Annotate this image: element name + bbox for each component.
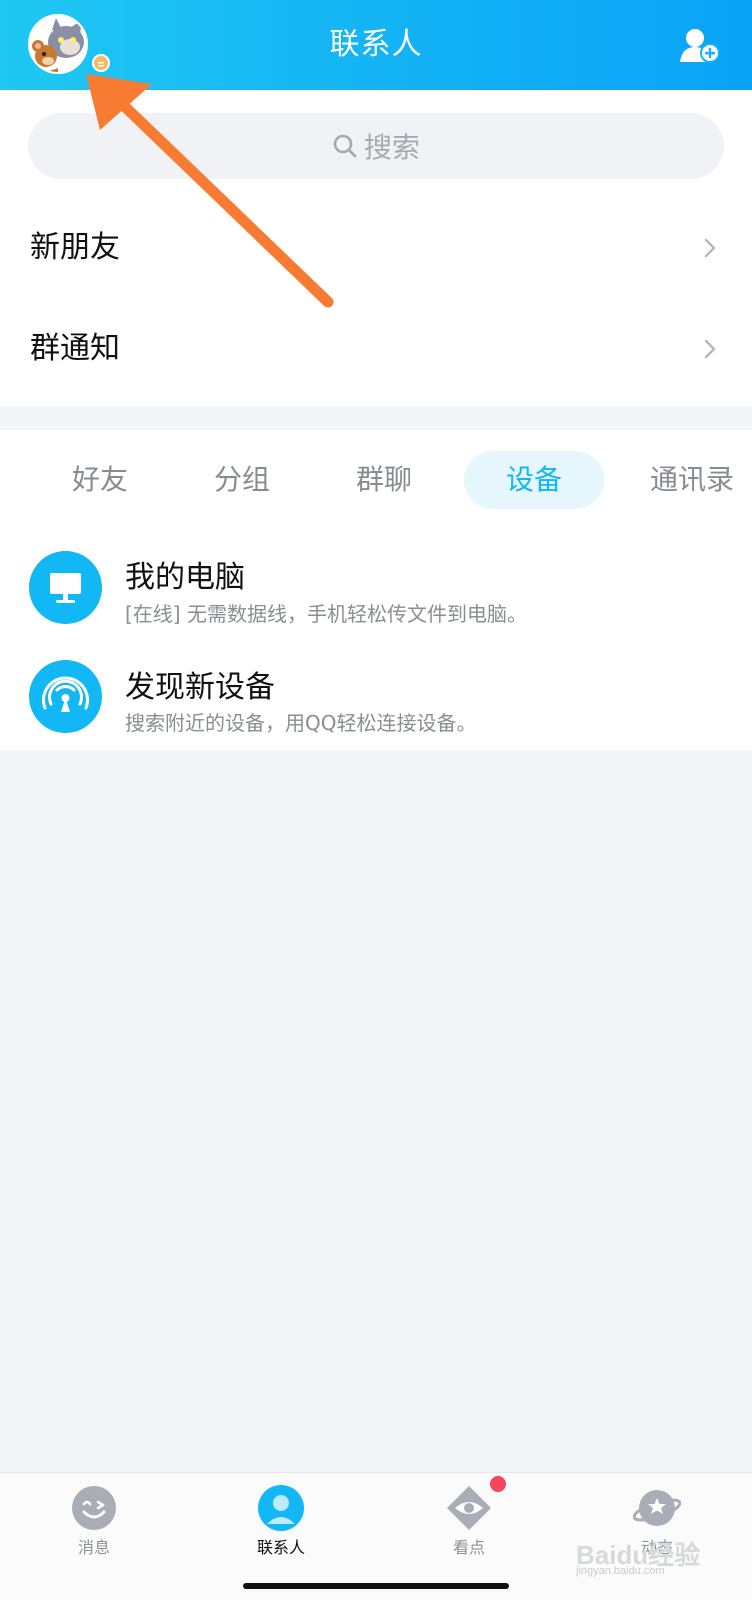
tab-address-book[interactable]: 通讯录: [634, 451, 752, 509]
add-contact-button[interactable]: [680, 28, 720, 64]
page-title: 联系人: [329, 27, 423, 62]
new-friends-row[interactable]: 新朋友: [0, 197, 752, 299]
message-icon: [72, 1486, 116, 1530]
watermark-subtext: jingyan.baidu.com: [576, 1565, 665, 1577]
home-indicator[interactable]: [243, 1583, 509, 1589]
tabbar-label: 联系人: [256, 1538, 305, 1557]
tabbar-label: 看点: [452, 1538, 485, 1557]
radar-icon: [42, 676, 89, 712]
device-subtitle: [在线] 无需数据线，手机轻松传文件到电脑。: [125, 602, 527, 626]
planet-icon: [633, 1490, 681, 1526]
tab-friends[interactable]: 好友: [48, 451, 152, 509]
group-notice-label: 群通知: [30, 331, 120, 366]
tab-groups[interactable]: 分组: [190, 451, 294, 509]
chevron-right-icon: [704, 238, 716, 258]
device-icon-container: [29, 551, 102, 624]
tabbar-item-contacts[interactable]: 联系人: [221, 1480, 341, 1560]
tab-devices[interactable]: 设备: [464, 451, 604, 509]
watch-badge-dot: [490, 1476, 506, 1492]
watermark: Baidu经验 jingyan.baidu.com: [576, 1535, 716, 1577]
tabbar-item-watch[interactable]: 看点: [409, 1480, 529, 1560]
add-contact-icon: [680, 29, 720, 63]
search-placeholder: 搜索: [363, 131, 420, 164]
device-subtitle: 搜索附近的设备，用QQ轻松连接设备。: [125, 711, 477, 735]
search-icon: [333, 134, 357, 158]
eye-icon: [447, 1486, 491, 1530]
contacts-icon: [258, 1485, 304, 1531]
tabbar-label: 消息: [77, 1538, 110, 1557]
monitor-icon: [50, 573, 81, 603]
group-notice-row[interactable]: 群通知: [0, 298, 752, 400]
tabbar-item-messages[interactable]: 消息: [34, 1480, 154, 1560]
device-title: 发现新设备: [125, 670, 275, 705]
device-icon-container: [29, 660, 102, 733]
new-friends-label: 新朋友: [30, 230, 120, 265]
search-input[interactable]: 搜索: [28, 113, 724, 179]
device-title: 我的电脑: [125, 560, 245, 595]
tab-group-chats[interactable]: 群聊: [332, 451, 436, 509]
chevron-right-icon: [704, 339, 716, 359]
